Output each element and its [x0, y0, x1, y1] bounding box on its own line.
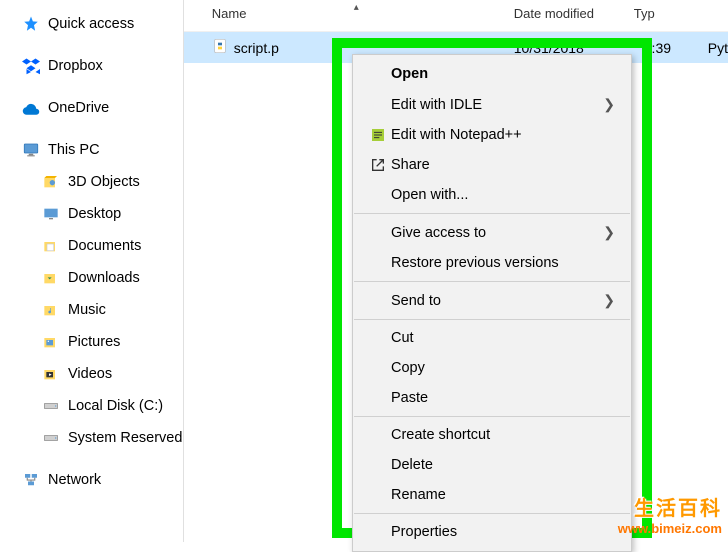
- pc-icon: [22, 141, 40, 159]
- file-time: 1:39: [634, 40, 684, 56]
- documents-icon: [42, 237, 60, 255]
- menu-item-delete[interactable]: Delete: [353, 450, 631, 480]
- watermark: 生活百科 www.bimeiz.com: [618, 492, 722, 536]
- watermark-url: www.bimeiz.com: [618, 521, 722, 536]
- menu-label: Share: [391, 157, 619, 173]
- sidebar-item-network[interactable]: Network: [0, 464, 183, 496]
- nav-label: Local Disk (C:): [68, 398, 163, 414]
- nav-label: Desktop: [68, 206, 121, 222]
- menu-label: Edit with IDLE: [391, 97, 603, 113]
- menu-label: Create shortcut: [391, 427, 619, 443]
- column-header-row: ▴ Name Date modified Typ: [184, 0, 728, 32]
- sidebar-item-music[interactable]: Music: [0, 294, 183, 326]
- chevron-right-icon: ❯: [603, 224, 619, 241]
- nav-label: Quick access: [48, 16, 134, 32]
- watermark-title: 生活百科: [618, 492, 722, 521]
- nav-label: This PC: [48, 142, 100, 158]
- menu-item-copy[interactable]: Copy: [353, 353, 631, 383]
- header-label: Name: [212, 6, 247, 21]
- disk-icon: [42, 429, 60, 447]
- menu-separator: [354, 416, 630, 417]
- menu-label: Properties: [391, 524, 619, 540]
- column-header-name[interactable]: ▴ Name: [184, 6, 514, 21]
- sidebar-item-downloads[interactable]: Downloads: [0, 262, 183, 294]
- chevron-right-icon: ❯: [603, 292, 619, 309]
- nav-label: Pictures: [68, 334, 120, 350]
- nav-label: OneDrive: [48, 100, 109, 116]
- menu-separator: [354, 213, 630, 214]
- nav-label: System Reserved (D:): [68, 430, 184, 446]
- menu-item-give-access[interactable]: Give access to ❯: [353, 217, 631, 248]
- menu-item-send-to[interactable]: Send to ❯: [353, 285, 631, 316]
- menu-label: Open: [391, 66, 619, 82]
- menu-item-create-shortcut[interactable]: Create shortcut: [353, 420, 631, 450]
- menu-item-rename[interactable]: Rename: [353, 480, 631, 510]
- menu-label: Give access to: [391, 225, 603, 241]
- menu-item-open[interactable]: Open: [353, 59, 631, 89]
- sidebar-item-pictures[interactable]: Pictures: [0, 326, 183, 358]
- nav-label: 3D Objects: [68, 174, 140, 190]
- cloud-icon: [22, 99, 40, 117]
- menu-item-cut[interactable]: Cut: [353, 323, 631, 353]
- file-type: Pyt: [684, 40, 728, 56]
- menu-separator: [354, 319, 630, 320]
- sidebar-item-dropbox[interactable]: Dropbox: [0, 50, 183, 82]
- menu-separator: [354, 281, 630, 282]
- header-label: Date modified: [514, 6, 594, 21]
- menu-item-edit-notepadpp[interactable]: Edit with Notepad++: [353, 120, 631, 150]
- context-menu: Open Edit with IDLE ❯ Edit with Notepad+…: [352, 54, 632, 552]
- sidebar-item-3d-objects[interactable]: 3D Objects: [0, 166, 183, 198]
- menu-item-edit-idle[interactable]: Edit with IDLE ❯: [353, 89, 631, 120]
- nav-label: Videos: [68, 366, 112, 382]
- nav-label: Downloads: [68, 270, 140, 286]
- menu-item-restore[interactable]: Restore previous versions: [353, 248, 631, 278]
- nav-label: Documents: [68, 238, 141, 254]
- nav-label: Music: [68, 302, 106, 318]
- network-icon: [22, 471, 40, 489]
- sidebar-item-documents[interactable]: Documents: [0, 230, 183, 262]
- sidebar-item-onedrive[interactable]: OneDrive: [0, 92, 183, 124]
- menu-label: Restore previous versions: [391, 255, 619, 271]
- 3d-objects-icon: [42, 173, 60, 191]
- sidebar-item-local-disk[interactable]: Local Disk (C:): [0, 390, 183, 422]
- pictures-icon: [42, 333, 60, 351]
- menu-item-open-with[interactable]: Open with...: [353, 180, 631, 210]
- disk-icon: [42, 397, 60, 415]
- navigation-sidebar: Quick access Dropbox OneDrive This PC: [0, 0, 184, 542]
- menu-item-properties[interactable]: Properties: [353, 517, 631, 547]
- chevron-right-icon: ❯: [603, 96, 619, 113]
- nav-label: Network: [48, 472, 101, 488]
- menu-label: Copy: [391, 360, 619, 376]
- menu-label: Edit with Notepad++: [391, 127, 619, 143]
- file-name: script.p: [234, 40, 279, 56]
- column-header-date[interactable]: Date modified: [514, 6, 634, 21]
- share-icon: [365, 157, 391, 173]
- notepadpp-icon: [365, 127, 391, 143]
- menu-label: Paste: [391, 390, 619, 406]
- star-icon: [22, 15, 40, 33]
- music-icon: [42, 301, 60, 319]
- python-file-icon: [212, 38, 228, 57]
- column-header-type[interactable]: Typ: [634, 6, 728, 21]
- menu-label: Open with...: [391, 187, 619, 203]
- menu-item-share[interactable]: Share: [353, 150, 631, 180]
- sidebar-item-videos[interactable]: Videos: [0, 358, 183, 390]
- menu-separator: [354, 513, 630, 514]
- nav-label: Dropbox: [48, 58, 103, 74]
- menu-label: Cut: [391, 330, 619, 346]
- header-label: Typ: [634, 6, 655, 21]
- sort-indicator-icon: ▴: [354, 2, 359, 13]
- sidebar-item-system-reserved[interactable]: System Reserved (D:): [0, 422, 183, 454]
- videos-icon: [42, 365, 60, 383]
- desktop-icon: [42, 205, 60, 223]
- sidebar-item-this-pc[interactable]: This PC: [0, 134, 183, 166]
- menu-label: Send to: [391, 293, 603, 309]
- menu-item-paste[interactable]: Paste: [353, 383, 631, 413]
- menu-label: Rename: [391, 487, 619, 503]
- downloads-icon: [42, 269, 60, 287]
- dropbox-icon: [22, 57, 40, 75]
- sidebar-item-desktop[interactable]: Desktop: [0, 198, 183, 230]
- menu-label: Delete: [391, 457, 619, 473]
- sidebar-item-quick-access[interactable]: Quick access: [0, 8, 183, 40]
